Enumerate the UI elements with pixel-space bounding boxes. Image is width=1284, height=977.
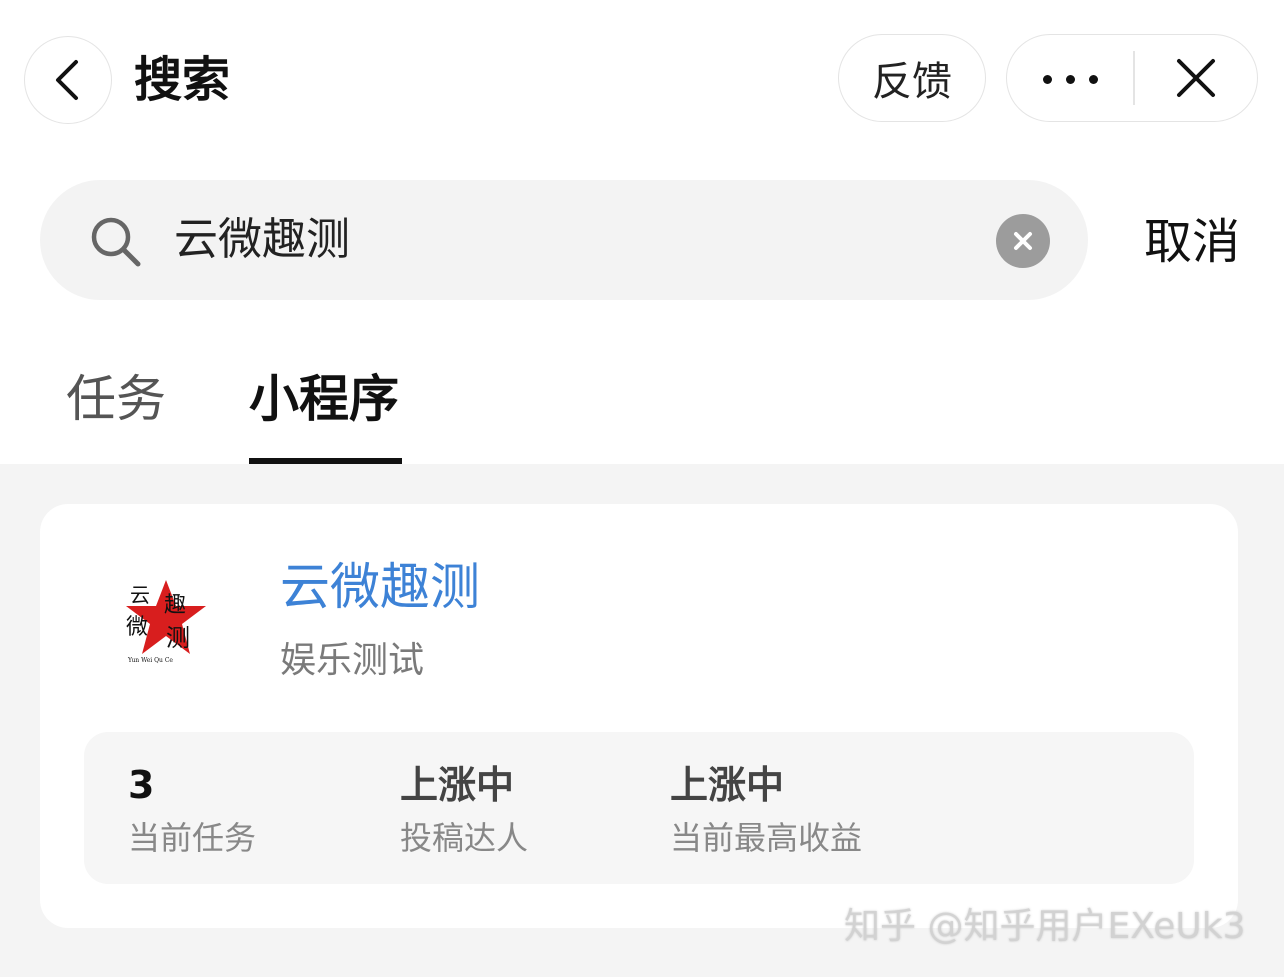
stat-current-tasks: 3 当前任务 [128, 760, 256, 860]
search-input[interactable]: 云微趣测 [174, 210, 350, 270]
stat-value: 3 [128, 763, 155, 807]
back-button[interactable] [24, 36, 112, 124]
app-logo: 云 趣 微 测 Yun Wei Qu Ce [126, 580, 206, 664]
stat-top-contributors: 上涨中 投稿达人 [400, 760, 528, 860]
stat-value: 上涨中 [670, 763, 785, 807]
tab-mini-programs[interactable]: 小程序 [249, 366, 399, 432]
stat-label: 当前任务 [128, 819, 257, 857]
svg-text:云: 云 [130, 583, 150, 607]
search-bar[interactable]: 云微趣测 [40, 180, 1088, 300]
search-icon [91, 217, 141, 267]
stats-panel: 3 当前任务 上涨中 投稿达人 上涨中 当前最高收益 [84, 732, 1194, 884]
stat-value: 上涨中 [400, 763, 515, 807]
feedback-button[interactable]: 反馈 [838, 34, 986, 122]
svg-text:趣: 趣 [164, 593, 186, 618]
svg-text:测: 测 [166, 624, 190, 652]
cancel-button[interactable]: 取消 [1144, 210, 1240, 274]
close-button[interactable] [1135, 35, 1257, 121]
app-category: 娱乐测试 [280, 640, 425, 681]
page-title: 搜索 [134, 52, 231, 108]
chevron-left-icon [56, 60, 78, 100]
app-name[interactable]: 云微趣测 [280, 554, 480, 620]
more-dots-icon [1036, 69, 1105, 88]
svg-text:微: 微 [126, 615, 148, 640]
stat-label: 当前最高收益 [670, 819, 863, 857]
stat-label: 投稿达人 [400, 819, 529, 857]
more-button[interactable] [1007, 35, 1133, 121]
svg-text:Yun Wei Qu Ce: Yun Wei Qu Ce [127, 657, 173, 664]
close-icon [1177, 59, 1215, 97]
mini-program-result-card[interactable]: 云 趣 微 测 Yun Wei Qu Ce 云微趣测 娱乐测试 3 当前任务 上… [40, 504, 1238, 928]
clear-search-icon[interactable] [996, 214, 1050, 268]
mini-program-capsule [1006, 34, 1258, 122]
stat-top-earnings: 上涨中 当前最高收益 [670, 760, 862, 860]
watermark: 知乎 @知乎用户EXeUk3 [844, 906, 1246, 947]
tab-tasks[interactable]: 任务 [66, 366, 166, 432]
